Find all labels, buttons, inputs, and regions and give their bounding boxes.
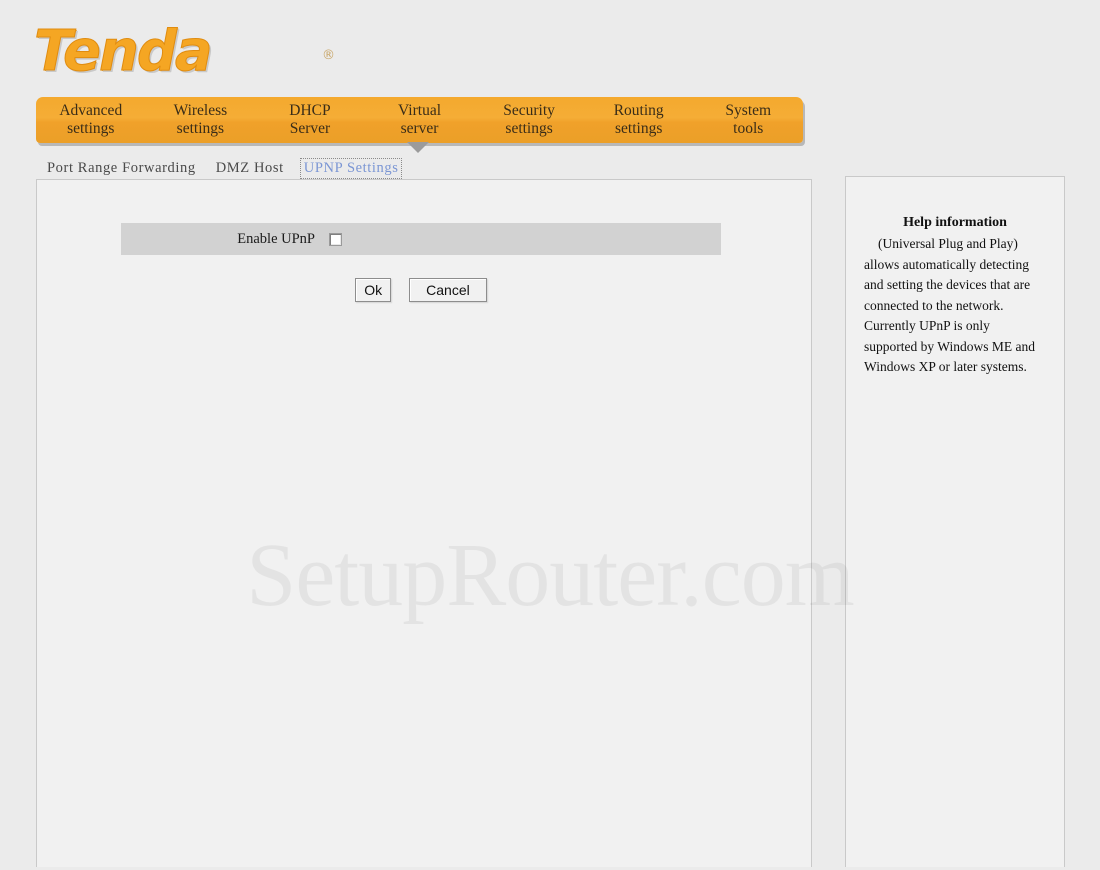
nav-item-advanced-settings[interactable]: Advanced settings [36,102,146,138]
enable-upnp-label: Enable UPnP [237,230,315,247]
nav-item-label-line1: System [725,102,772,119]
subnav-item-dmz-host[interactable]: DMZ Host [213,159,287,178]
nav-item-security-settings[interactable]: Security settings [474,102,584,138]
nav-item-label-line1: Advanced [59,102,123,119]
nav-item-label-line2: settings [505,120,553,137]
nav-item-label-line2: Server [289,120,331,137]
brand-logo-text: Tenda [34,19,214,84]
nav-item-label-line2: tools [733,120,764,137]
registered-trademark-icon: ® [322,48,335,63]
nav-item-dhcp-server[interactable]: DHCP Server [255,102,365,138]
enable-upnp-row: Enable UPnP [121,223,721,255]
help-information-panel: Help information (Universal Plug and Pla… [845,176,1065,867]
nav-item-virtual-server[interactable]: Virtual server [365,102,475,138]
sub-navigation-bar: Port Range Forwarding DMZ Host UPNP Sett… [44,157,403,179]
help-panel-title: Help information [903,215,1007,230]
nav-item-label-line2: settings [67,120,115,137]
nav-item-wireless-settings[interactable]: Wireless settings [146,102,256,138]
nav-item-label-line1: Security [503,102,555,119]
subnav-item-port-range-forwarding[interactable]: Port Range Forwarding [44,159,199,178]
brand-logo: Tenda ® [34,19,336,84]
nav-item-label-line2: settings [614,120,663,137]
main-content-panel: Enable UPnP Ok Cancel [36,179,812,867]
subnav-item-upnp-settings[interactable]: UPNP Settings [299,157,403,179]
main-navigation-bar: Advanced settings Wireless settings DHCP… [36,97,803,143]
help-panel-body: (Universal Plug and Play) allows automat… [864,236,1035,374]
nav-item-label-line1: DHCP [289,102,331,119]
form-button-bar: Ok Cancel [121,278,721,302]
nav-item-label-line2: settings [176,120,225,137]
nav-item-label-line1: Routing [613,102,664,119]
active-tab-arrow-icon [407,142,429,153]
nav-item-label-line2: server [400,120,439,137]
ok-button[interactable]: Ok [355,278,392,302]
nav-item-label-line1: Virtual [398,102,442,119]
enable-upnp-checkbox[interactable] [329,232,342,246]
cancel-button[interactable]: Cancel [409,278,487,302]
nav-item-label-line1: Wireless [173,102,228,119]
nav-item-system-tools[interactable]: System tools [693,102,803,138]
nav-item-routing-settings[interactable]: Routing settings [584,102,694,138]
